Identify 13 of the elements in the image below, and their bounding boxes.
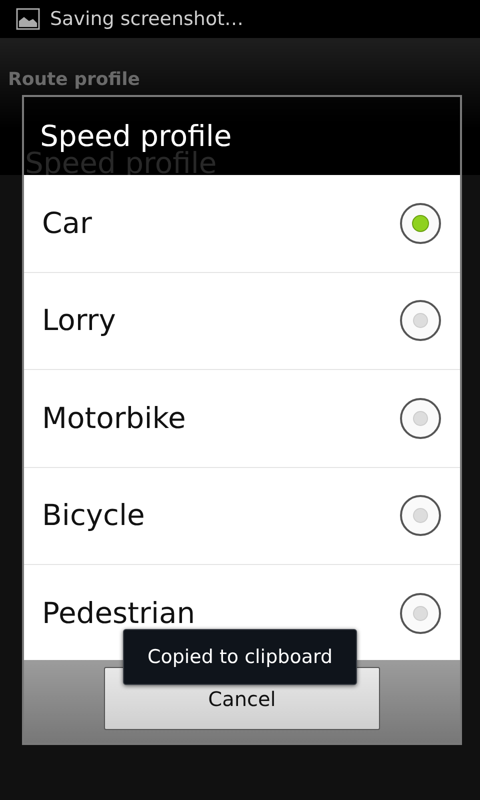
radio-button[interactable] bbox=[399, 396, 442, 440]
option-row[interactable]: Bicycle bbox=[24, 468, 460, 565]
image-icon bbox=[16, 8, 40, 30]
screen-title: Route profile bbox=[8, 69, 140, 91]
radio-button[interactable] bbox=[399, 592, 442, 635]
option-row[interactable]: Car bbox=[24, 175, 460, 272]
radio-button[interactable] bbox=[399, 202, 442, 245]
toast-message: Copied to clipboard bbox=[123, 629, 357, 685]
radio-button[interactable] bbox=[399, 494, 442, 538]
option-row[interactable]: Motorbike bbox=[24, 370, 460, 468]
option-row[interactable]: Lorry bbox=[24, 272, 460, 370]
notification-text: Saving screenshot… bbox=[50, 10, 244, 28]
radio-button[interactable] bbox=[399, 299, 442, 342]
